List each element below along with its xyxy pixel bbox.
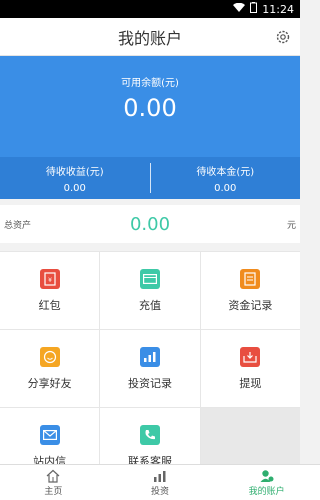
available-balance-value: 0.00 [123,94,177,122]
status-bar: 11:24 [0,0,300,18]
red-envelope-icon: ¥ [39,268,60,289]
total-assets-row: 总资产 0.00 元 [0,205,300,243]
grid-item-label: 红包 [38,298,61,312]
grid-item-investment-records[interactable]: 投资记录 [100,330,200,407]
balance-panel: 可用余额(元) 0.00 待收收益(元) 0.00 待收本金(元) 0.00 [0,56,300,199]
header: 我的账户 [0,18,300,56]
total-assets-label: 总资产 [4,220,32,231]
grid-item-fund-records[interactable]: 资金记录 [200,252,300,329]
grid-item-label: 提现 [239,376,262,390]
grid-item-label: 充值 [138,298,161,312]
withdraw-icon [240,346,261,367]
available-balance-label: 可用余额(元) [121,78,179,89]
feature-grid: ¥ 红包 充值 资金记录 分享好友 投资记录 提现 站内信 联系客服 [0,251,300,485]
grid-item-share-friends[interactable]: 分享好友 [0,330,100,407]
grid-item-label: 资金记录 [228,298,273,312]
total-assets-unit: 元 [286,220,296,231]
pending-principal-label: 待收本金(元) [196,167,255,178]
grid-item-label: 投资记录 [127,376,172,390]
pending-income-label: 待收收益(元) [45,167,104,178]
grid-item-red-envelope[interactable]: ¥ 红包 [0,252,100,329]
mail-icon [39,424,60,445]
status-time: 11:24 [262,2,294,16]
pending-income: 待收收益(元) 0.00 [0,157,150,199]
grid-item-label: 分享好友 [27,376,72,390]
grid-item-recharge[interactable]: 充值 [100,252,200,329]
pending-income-value: 0.00 [63,183,86,194]
smile-icon [39,346,60,367]
tab-invest[interactable]: 投资 [107,465,214,500]
invest-chart-icon [153,468,167,482]
card-icon [139,268,160,289]
pending-principal-value: 0.00 [214,183,237,194]
bottom-tab-bar: 主页 投资 我的账户 [0,464,320,500]
wifi-icon [233,2,246,16]
tab-label: 投资 [151,487,170,497]
grid-item-withdraw[interactable]: 提现 [200,330,300,407]
phone-icon [139,424,160,445]
home-icon [46,468,60,483]
tab-label: 我的账户 [248,487,285,497]
tab-home[interactable]: 主页 [0,465,107,500]
divider [149,163,151,193]
pending-principal: 待收本金(元) 0.00 [151,157,301,199]
document-icon [240,268,261,289]
gear-icon[interactable] [274,28,292,46]
chart-icon [139,346,160,367]
pending-summary: 待收收益(元) 0.00 待收本金(元) 0.00 [0,157,300,199]
page-title: 我的账户 [117,28,182,48]
svg-text:¥: ¥ [48,277,52,284]
total-assets-value: 0.00 [129,213,171,235]
account-icon [260,468,274,482]
tab-label: 主页 [44,487,63,497]
tab-account[interactable]: 我的账户 [213,465,320,500]
battery-icon [250,2,258,16]
